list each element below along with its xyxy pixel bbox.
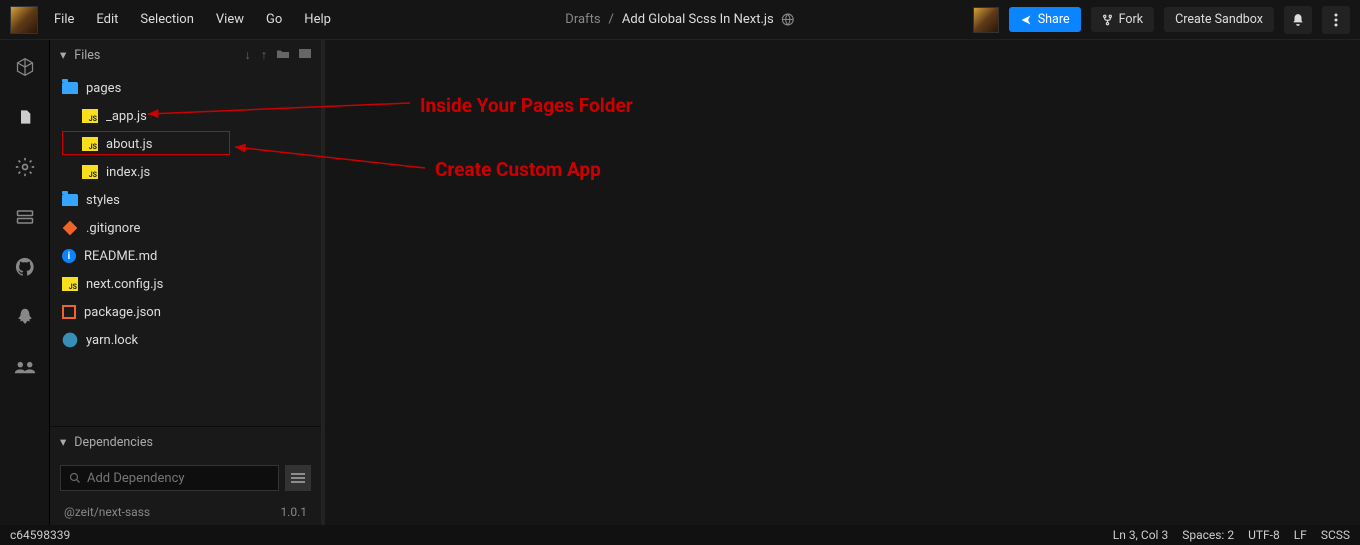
js-icon: JS	[82, 109, 98, 123]
main: ▾ Files ↓ ↑ pages JS _app.js JS about.js J…	[0, 40, 1360, 525]
file-tree: pages JS _app.js JS about.js JS index.js st…	[50, 70, 321, 358]
fork-label: Fork	[1119, 12, 1143, 27]
caret-down-icon: ▾	[60, 47, 66, 63]
create-label: Create Sandbox	[1175, 12, 1263, 27]
files-actions: ↓ ↑	[245, 48, 312, 63]
rail-server-icon[interactable]	[14, 206, 36, 228]
download-icon[interactable]: ↓	[245, 48, 251, 63]
menu-help[interactable]: Help	[304, 12, 331, 27]
file-packagejson[interactable]: package.json	[50, 298, 321, 326]
folder-styles-label: styles	[86, 193, 120, 208]
topbar: File Edit Selection View Go Help Drafts …	[0, 0, 1360, 40]
upload-icon[interactable]: ↑	[261, 48, 267, 63]
rail-github-icon[interactable]	[14, 256, 36, 278]
file-app-js[interactable]: JS _app.js	[50, 102, 321, 130]
deps-menu-icon[interactable]	[285, 465, 311, 491]
file-gitignore-label: .gitignore	[86, 221, 140, 236]
dep-version: 1.0.1	[280, 505, 307, 519]
folder-pages[interactable]: pages	[50, 74, 321, 102]
file-yarnlock[interactable]: yarn.lock	[50, 326, 321, 354]
avatar[interactable]	[10, 6, 38, 34]
add-dependency-field[interactable]	[87, 471, 270, 486]
status-encoding[interactable]: UTF-8	[1248, 528, 1280, 542]
rail-sandbox-icon[interactable]	[14, 56, 36, 78]
status-language[interactable]: SCSS	[1321, 528, 1350, 542]
deps-label: Dependencies	[74, 435, 153, 450]
status-position[interactable]: Ln 3, Col 3	[1113, 528, 1168, 542]
add-dependency-input[interactable]	[60, 465, 279, 491]
dep-item[interactable]: @zeit/next-sass 1.0.1	[50, 499, 321, 525]
search-icon	[69, 472, 81, 484]
folder-pages-label: pages	[86, 81, 121, 96]
folder-icon	[62, 82, 78, 94]
js-icon: JS	[82, 165, 98, 179]
breadcrumb-sep: /	[609, 12, 614, 27]
rail-explorer-icon[interactable]	[14, 106, 36, 128]
breadcrumb: Drafts / Add Global Scss In Next.js	[565, 12, 794, 27]
json-icon	[62, 305, 76, 319]
annotation-2: Create Custom App	[435, 158, 601, 181]
menu-file[interactable]: File	[54, 12, 74, 27]
status-spaces[interactable]: Spaces: 2	[1182, 528, 1234, 542]
file-readme-label: README.md	[84, 249, 157, 264]
annotation-1: Inside Your Pages Folder	[420, 94, 633, 117]
fork-icon	[1102, 13, 1113, 27]
js-icon: JS	[82, 137, 98, 151]
file-packagejson-label: package.json	[84, 305, 161, 320]
file-index-js[interactable]: JS index.js	[50, 158, 321, 186]
more-icon[interactable]	[1322, 6, 1350, 34]
status-hash[interactable]: c64598339	[10, 528, 70, 542]
status-eol[interactable]: LF	[1294, 528, 1307, 542]
deps-search-row	[50, 457, 321, 499]
file-about-js[interactable]: JS about.js	[50, 130, 321, 158]
file-nextconfig[interactable]: JS next.config.js	[50, 270, 321, 298]
file-yarnlock-label: yarn.lock	[86, 333, 138, 348]
info-icon: i	[62, 249, 76, 263]
file-nextconfig-label: next.config.js	[86, 277, 163, 292]
file-about-label: about.js	[106, 137, 152, 152]
topbar-actions: Share Fork Create Sandbox	[973, 6, 1350, 34]
share-icon	[1020, 14, 1032, 26]
new-file-icon[interactable]	[299, 48, 311, 63]
file-gitignore[interactable]: .gitignore	[50, 214, 321, 242]
fork-button[interactable]: Fork	[1091, 7, 1154, 32]
deps-header[interactable]: ▾ Dependencies	[50, 427, 321, 457]
notifications-icon[interactable]	[1284, 6, 1312, 34]
file-readme[interactable]: i README.md	[50, 242, 321, 270]
dependencies-panel: ▾ Dependencies @zeit/next-sass 1.0.1	[50, 426, 321, 525]
breadcrumb-title[interactable]: Add Global Scss In Next.js	[622, 12, 774, 27]
new-folder-icon[interactable]	[277, 48, 289, 63]
folder-icon	[62, 194, 78, 206]
files-label: Files	[74, 48, 100, 63]
git-icon	[62, 220, 78, 236]
create-sandbox-button[interactable]: Create Sandbox	[1164, 7, 1274, 32]
sidebar: ▾ Files ↓ ↑ pages JS _app.js JS about.js J…	[50, 40, 325, 525]
share-button[interactable]: Share	[1009, 7, 1081, 32]
folder-styles[interactable]: styles	[50, 186, 321, 214]
caret-down-icon: ▾	[60, 434, 66, 450]
editor[interactable]: Inside Your Pages Folder Create Custom A…	[325, 40, 1360, 525]
status-bar: c64598339 Ln 3, Col 3 Spaces: 2 UTF-8 LF…	[0, 525, 1360, 545]
activity-bar	[0, 40, 50, 525]
privacy-icon[interactable]	[782, 13, 795, 26]
menu-view[interactable]: View	[216, 12, 244, 27]
menu-bar: File Edit Selection View Go Help	[54, 12, 331, 27]
file-index-label: index.js	[106, 165, 150, 180]
rail-deploy-icon[interactable]	[14, 306, 36, 328]
menu-selection[interactable]: Selection	[140, 12, 193, 27]
rail-live-icon[interactable]	[14, 356, 36, 378]
user-avatar[interactable]	[973, 7, 999, 33]
js-icon: JS	[62, 277, 78, 291]
share-label: Share	[1038, 12, 1070, 27]
yarn-icon	[62, 332, 78, 348]
breadcrumb-root[interactable]: Drafts	[565, 12, 600, 27]
menu-go[interactable]: Go	[266, 12, 282, 27]
menu-edit[interactable]: Edit	[96, 12, 118, 27]
rail-settings-icon[interactable]	[14, 156, 36, 178]
dep-name: @zeit/next-sass	[64, 505, 150, 519]
files-header[interactable]: ▾ Files ↓ ↑	[50, 40, 321, 70]
file-app-label: _app.js	[106, 109, 147, 124]
